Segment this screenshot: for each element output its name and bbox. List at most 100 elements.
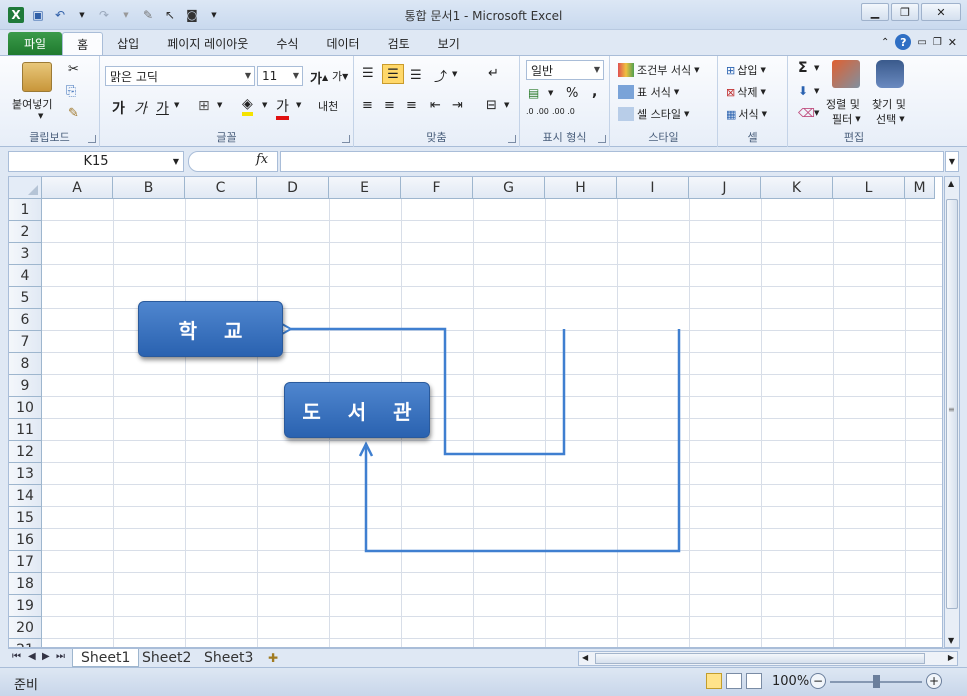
sheet-tab-3[interactable]: Sheet3 <box>196 649 261 667</box>
zoom-level[interactable]: 100% <box>772 674 809 689</box>
sort-filter-label-2[interactable]: 필터 ▼ <box>832 111 861 127</box>
merge-center-icon[interactable]: ⊟ <box>486 98 497 113</box>
find-select-label-1[interactable]: 찾기 및 <box>872 96 906 112</box>
connector-to-library[interactable] <box>364 329 681 553</box>
align-center-icon[interactable]: ≡ <box>384 98 395 113</box>
font-launcher-icon[interactable] <box>342 135 350 143</box>
connector-arrows[interactable] <box>9 177 943 648</box>
scroll-up-icon[interactable]: ▲ <box>948 179 954 188</box>
minimize-icon[interactable]: ▁ <box>861 3 889 21</box>
first-sheet-icon[interactable]: ⏮ <box>12 651 21 662</box>
close-icon[interactable]: ✕ <box>921 3 961 21</box>
zoom-out-icon[interactable]: − <box>810 673 826 689</box>
align-top-icon[interactable]: ☰ <box>362 66 374 81</box>
tab-insert[interactable]: 삽입 <box>103 32 153 55</box>
insert-function-icon[interactable]: fx <box>256 152 268 167</box>
font-color-dropdown-icon[interactable]: ▼ <box>296 101 301 109</box>
last-sheet-icon[interactable]: ⏭ <box>56 651 65 662</box>
delete-cells-button[interactable]: ⊠ 삭제 ▼ <box>726 84 766 100</box>
scroll-right-icon[interactable]: ▶ <box>948 653 954 662</box>
tab-data[interactable]: 데이터 <box>312 32 373 55</box>
tab-view[interactable]: 보기 <box>424 32 474 55</box>
autosum-dropdown-icon[interactable]: ▼ <box>814 64 819 72</box>
paste-button[interactable]: 붙여넣기 <box>12 96 52 112</box>
zoom-slider-knob[interactable] <box>873 675 880 688</box>
cut-icon[interactable]: ✂ <box>68 62 79 77</box>
bold-button[interactable]: 가 <box>112 98 125 118</box>
copy-icon[interactable]: ⎘ <box>66 84 76 99</box>
align-right-icon[interactable]: ≡ <box>406 98 417 113</box>
name-box-dropdown-icon[interactable]: ▼ <box>173 157 179 166</box>
font-color-button[interactable]: 가 <box>276 96 289 120</box>
paste-icon[interactable] <box>22 62 52 92</box>
prev-sheet-icon[interactable]: ◀ <box>28 651 36 662</box>
doc-restore-icon[interactable]: ❐ <box>933 37 942 48</box>
accounting-icon[interactable]: ▤ <box>528 86 539 100</box>
clear-dropdown-icon[interactable]: ▼ <box>814 109 819 117</box>
help-icon[interactable]: ? <box>895 34 912 50</box>
fill-color-icon[interactable]: ◈ <box>242 96 253 116</box>
sheet-tab-2[interactable]: Sheet2 <box>134 649 199 667</box>
phonetic-button[interactable]: 내천 <box>318 98 338 114</box>
align-middle-icon[interactable]: ☰ <box>382 64 404 84</box>
underline-dropdown-icon[interactable]: ▼ <box>174 101 179 109</box>
find-select-label-2[interactable]: 선택 ▼ <box>876 111 905 127</box>
sort-filter-icon[interactable] <box>832 60 860 88</box>
doc-minimize-icon[interactable]: ▭ <box>917 37 926 48</box>
italic-button[interactable]: 가 <box>134 98 147 118</box>
vertical-scrollbar[interactable]: ▲ ≡ ▼ <box>944 176 960 648</box>
tab-page-layout[interactable]: 페이지 레이아웃 <box>153 32 262 55</box>
format-as-table-button[interactable]: 표 서식 ▼ <box>618 84 679 100</box>
scroll-left-icon[interactable]: ◀ <box>582 653 588 662</box>
sheet-tab-1[interactable]: Sheet1 <box>72 649 140 667</box>
normal-view-icon[interactable] <box>706 673 722 689</box>
font-name-select[interactable]: 맑은 고딕 ▼ <box>105 66 255 86</box>
minimize-ribbon-icon[interactable]: ⌃ <box>881 37 889 48</box>
next-sheet-icon[interactable]: ▶ <box>42 651 50 662</box>
shape-library[interactable]: 도 서 관 <box>284 382 430 438</box>
shape-school[interactable]: 학 교 <box>138 301 283 357</box>
tab-formulas[interactable]: 수식 <box>262 32 312 55</box>
font-size-select[interactable]: 11 ▼ <box>257 66 303 86</box>
page-layout-view-icon[interactable] <box>726 673 742 689</box>
fill-color-dropdown-icon[interactable]: ▼ <box>262 101 267 109</box>
accounting-dropdown-icon[interactable]: ▼ <box>548 89 553 97</box>
alignment-launcher-icon[interactable] <box>508 135 516 143</box>
align-left-icon[interactable]: ≡ <box>362 98 373 113</box>
merge-dropdown-icon[interactable]: ▼ <box>504 101 509 109</box>
horizontal-scrollbar[interactable]: ◀ ▶ <box>578 651 958 666</box>
increase-indent-icon[interactable]: ⇥ <box>452 98 463 113</box>
zoom-in-icon[interactable]: + <box>926 673 942 689</box>
vertical-scroll-thumb[interactable] <box>946 199 958 609</box>
restore-icon[interactable]: ❐ <box>891 3 919 21</box>
autosum-button[interactable]: Σ <box>798 60 808 76</box>
number-format-select[interactable]: 일반 ▼ <box>526 60 604 80</box>
format-cells-button[interactable]: ▦ 서식 ▼ <box>726 106 767 122</box>
tab-home[interactable]: 홈 <box>62 32 104 55</box>
orientation-icon[interactable]: ⤴ <box>434 66 447 85</box>
shrink-font-button[interactable]: 가 ▼ <box>332 68 348 84</box>
decrease-indent-icon[interactable]: ⇤ <box>430 98 441 113</box>
cell-styles-button[interactable]: 셀 스타일 ▼ <box>618 106 689 122</box>
expand-formula-icon[interactable]: ▼ <box>945 151 959 172</box>
borders-icon[interactable]: ⊞ <box>198 98 210 114</box>
comma-button[interactable]: , <box>592 84 597 100</box>
fill-dropdown-icon[interactable]: ▼ <box>814 87 819 95</box>
fill-icon[interactable]: ⬇ <box>798 84 808 98</box>
tab-review[interactable]: 검토 <box>374 32 424 55</box>
name-box[interactable]: K15 ▼ <box>8 151 184 172</box>
formula-input[interactable] <box>280 151 944 172</box>
doc-close-icon[interactable]: ✕ <box>948 36 957 49</box>
number-launcher-icon[interactable] <box>598 135 606 143</box>
borders-dropdown-icon[interactable]: ▼ <box>217 101 222 109</box>
sort-filter-label-1[interactable]: 정렬 및 <box>826 96 860 112</box>
wrap-text-icon[interactable]: ↵ <box>488 66 499 81</box>
orientation-dropdown-icon[interactable]: ▼ <box>452 70 457 78</box>
insert-sheet-icon[interactable]: ✚ <box>260 649 286 667</box>
conditional-formatting-button[interactable]: 조건부 서식 ▼ <box>618 62 700 78</box>
clipboard-launcher-icon[interactable] <box>88 135 96 143</box>
format-painter-icon[interactable]: ✎ <box>68 106 79 121</box>
horizontal-scroll-thumb[interactable] <box>595 653 925 664</box>
insert-cells-button[interactable]: ⊞ 삽입 ▼ <box>726 62 766 78</box>
paste-dropdown-icon[interactable]: ▼ <box>38 112 43 120</box>
